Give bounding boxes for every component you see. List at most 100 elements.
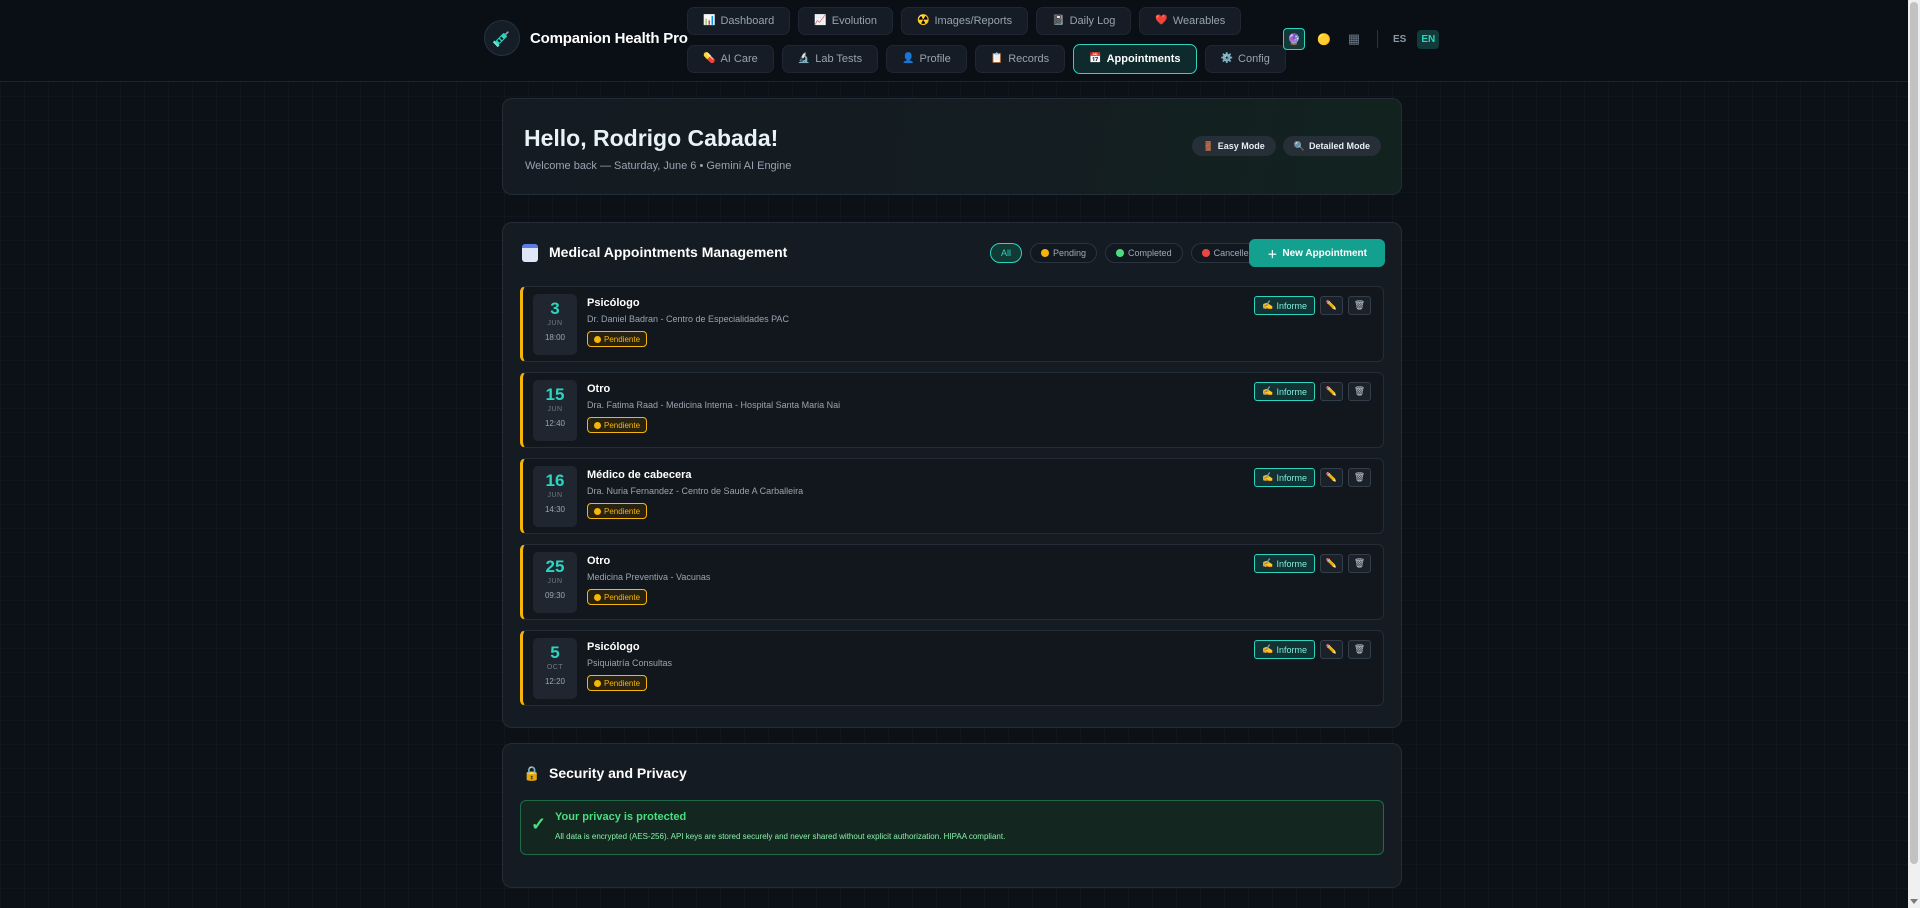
status-badge: Pendiente bbox=[587, 503, 648, 519]
status-badge: Pendiente bbox=[587, 589, 648, 605]
date-month: JUN bbox=[547, 320, 563, 327]
appointment-item[interactable]: 25 JUN 09:30 Otro Medicina Preventiva - … bbox=[520, 544, 1384, 620]
brand[interactable]: Companion Health Pro bbox=[484, 20, 688, 56]
date-day: 25 bbox=[545, 557, 565, 576]
theme-light-toggle[interactable]: 🟡 bbox=[1313, 28, 1335, 50]
easy-mode-button[interactable]: 🚪 Easy Mode bbox=[1191, 136, 1276, 156]
filter-all[interactable]: All bbox=[990, 243, 1023, 263]
delete-button[interactable]: 🗑 bbox=[1348, 554, 1371, 573]
nav-appointments[interactable]: 📅 Appointments bbox=[1073, 44, 1197, 74]
date-day: 16 bbox=[545, 471, 565, 490]
scrollbar[interactable] bbox=[1908, 0, 1920, 908]
nav-row-secondary: 💊 AI Care 🔬 Lab Tests 👤 Profile 📋 Records 📅 A… bbox=[687, 44, 1286, 74]
detailed-mode-button[interactable]: 🔍 Detailed Mode bbox=[1282, 136, 1381, 156]
appointment-item[interactable]: 16 JUN 14:30 Médico de cabecera Dra. Nur… bbox=[520, 458, 1384, 534]
report-button[interactable]: ✍️ Informe bbox=[1254, 382, 1315, 401]
greeting-card: Hello, Rodrigo Cabada! Welcome back — Sa… bbox=[502, 98, 1402, 195]
greeting-subtitle: Welcome back — Saturday, June 6 • Gemini… bbox=[525, 160, 792, 172]
theme-dark-toggle[interactable]: 🔮 bbox=[1283, 28, 1305, 50]
microscope-icon: 🔬 bbox=[797, 53, 811, 64]
filter-label: All bbox=[1001, 248, 1012, 258]
pencil-icon: ✏️ bbox=[1325, 386, 1338, 396]
report-label: Informe bbox=[1276, 472, 1307, 483]
edit-button[interactable]: ✏️ bbox=[1320, 468, 1343, 487]
grid-icon[interactable]: ▦ bbox=[1343, 28, 1365, 50]
report-button[interactable]: ✍️ Informe bbox=[1254, 468, 1315, 487]
filter-pending[interactable]: Pending bbox=[1030, 243, 1098, 263]
nav-evolution[interactable]: 📈 Evolution bbox=[798, 7, 893, 35]
appointment-title: Psicólogo bbox=[587, 297, 640, 309]
delete-button[interactable]: 🗑 bbox=[1348, 640, 1371, 659]
status-label: Pendiente bbox=[604, 334, 641, 344]
new-appointment-label: New Appointment bbox=[1282, 247, 1367, 259]
appointment-title: Psicólogo bbox=[587, 641, 640, 653]
nav-config[interactable]: ⚙️ Config bbox=[1204, 45, 1286, 73]
appointment-actions: ✍️ Informe ✏️ 🗑 bbox=[1254, 554, 1371, 573]
appointment-title: Médico de cabecera bbox=[587, 469, 692, 481]
nav-dashboard[interactable]: 📊 Dashboard bbox=[687, 7, 791, 35]
pending-dot-icon bbox=[594, 421, 601, 429]
new-appointment-button[interactable]: ＋ New Appointment bbox=[1249, 239, 1385, 267]
lang-en-button[interactable]: EN bbox=[1417, 29, 1440, 49]
report-button[interactable]: ✍️ Informe bbox=[1254, 296, 1315, 315]
delete-button[interactable]: 🗑 bbox=[1348, 382, 1371, 401]
nav-label: Dashboard bbox=[720, 15, 775, 27]
edit-button[interactable]: ✏️ bbox=[1320, 382, 1343, 401]
nav-label: Wearables bbox=[1172, 15, 1226, 27]
delete-button[interactable]: 🗑 bbox=[1348, 468, 1371, 487]
date-time: 12:40 bbox=[544, 419, 566, 428]
calendar-icon bbox=[522, 244, 538, 262]
date-time: 14:30 bbox=[544, 505, 566, 514]
writing-hand-icon: ✍️ bbox=[1262, 644, 1274, 654]
status-badge: Pendiente bbox=[587, 417, 648, 433]
filter-completed[interactable]: Completed bbox=[1105, 243, 1183, 263]
report-label: Informe bbox=[1276, 644, 1307, 655]
report-button[interactable]: ✍️ Informe bbox=[1254, 554, 1315, 573]
nav-daily-log[interactable]: 📓 Daily Log bbox=[1036, 7, 1132, 35]
filter-label: Completed bbox=[1128, 248, 1172, 258]
edit-button[interactable]: ✏️ bbox=[1320, 554, 1343, 573]
gear-icon: ⚙️ bbox=[1220, 53, 1234, 64]
date-day: 5 bbox=[550, 643, 560, 662]
edit-button[interactable]: ✏️ bbox=[1320, 296, 1343, 315]
mode-switch: 🚪 Easy Mode 🔍 Detailed Mode bbox=[1191, 136, 1381, 156]
date-month: JUN bbox=[547, 578, 563, 585]
status-filters: All Pending Completed Cancelled bbox=[990, 243, 1265, 263]
pending-dot-icon bbox=[594, 593, 601, 601]
date-box: 3 JUN 18:00 bbox=[533, 294, 577, 355]
security-title: Security and Privacy bbox=[549, 765, 687, 781]
trash-icon: 🗑 bbox=[1353, 644, 1366, 654]
nav-records[interactable]: 📋 Records bbox=[974, 45, 1066, 73]
easy-mode-label: Easy Mode bbox=[1217, 141, 1265, 151]
lock-icon: 🔒 bbox=[523, 765, 541, 781]
nav-label: Lab Tests bbox=[815, 53, 863, 65]
writing-hand-icon: ✍️ bbox=[1262, 558, 1274, 568]
app-name: Companion Health Pro bbox=[530, 29, 688, 47]
nav-lab-tests[interactable]: 🔬 Lab Tests bbox=[781, 45, 879, 73]
status-badge: Pendiente bbox=[587, 675, 648, 691]
appointment-item[interactable]: 5 OCT 12:20 Psicólogo Psiquiatría Consul… bbox=[520, 630, 1384, 706]
nav-profile[interactable]: 👤 Profile bbox=[886, 45, 967, 73]
appointment-item[interactable]: 15 JUN 12:40 Otro Dra. Fatima Raad - Med… bbox=[520, 372, 1384, 448]
delete-button[interactable]: 🗑 bbox=[1348, 296, 1371, 315]
writing-hand-icon: ✍️ bbox=[1262, 300, 1274, 310]
appointment-item[interactable]: 3 JUN 18:00 Psicólogo Dr. Daniel Badran … bbox=[520, 286, 1384, 362]
date-time: 18:00 bbox=[544, 333, 566, 342]
appointment-list: 3 JUN 18:00 Psicólogo Dr. Daniel Badran … bbox=[520, 286, 1384, 716]
status-label: Pendiente bbox=[604, 592, 641, 602]
nav-ai-care[interactable]: 💊 AI Care bbox=[687, 45, 774, 73]
nav-wearables[interactable]: ❤️ Wearables bbox=[1139, 7, 1242, 35]
report-button[interactable]: ✍️ Informe bbox=[1254, 640, 1315, 659]
scrollbar-thumb[interactable] bbox=[1910, 2, 1918, 864]
edit-button[interactable]: ✏️ bbox=[1320, 640, 1343, 659]
scroll-down-icon[interactable] bbox=[1910, 899, 1918, 904]
nav-row-primary: 📊 Dashboard 📈 Evolution ☢️ Images/Reports 📓… bbox=[687, 7, 1242, 35]
date-time: 09:30 bbox=[544, 591, 566, 600]
appointment-title: Otro bbox=[587, 555, 611, 567]
report-label: Informe bbox=[1276, 386, 1307, 397]
nav-images-reports[interactable]: ☢️ Images/Reports bbox=[901, 7, 1029, 35]
date-month: JUN bbox=[547, 492, 563, 499]
lang-es-button[interactable]: ES bbox=[1390, 30, 1409, 49]
door-icon: 🚪 bbox=[1202, 140, 1214, 151]
date-box: 5 OCT 12:20 bbox=[533, 638, 577, 699]
